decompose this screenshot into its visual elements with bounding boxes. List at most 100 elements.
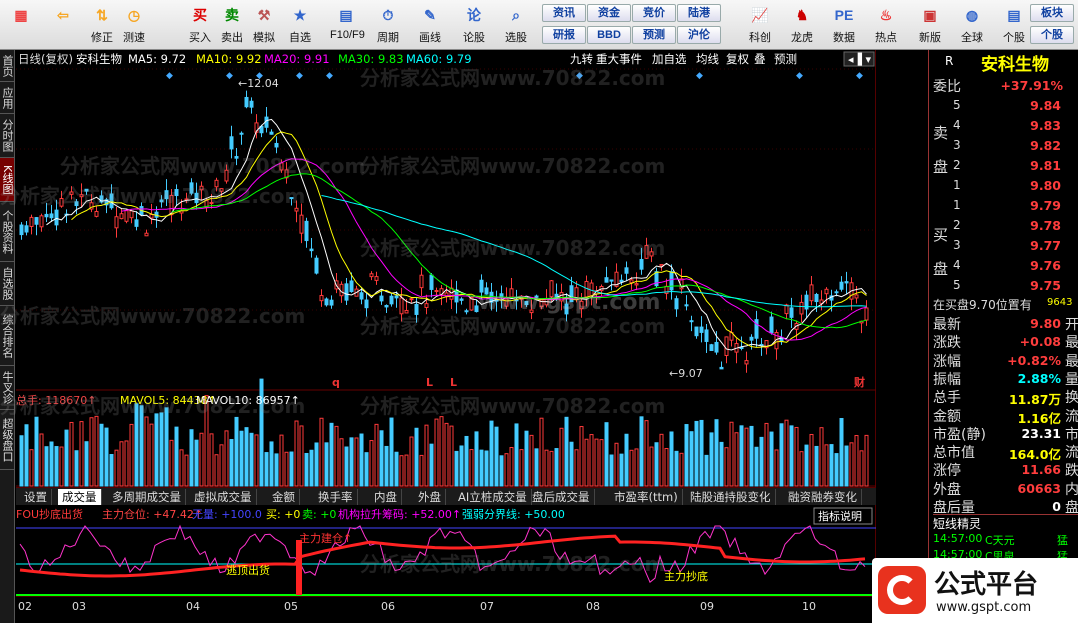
buy-label: 买盘 [933, 226, 949, 278]
toolbar-button-speedometer[interactable]: ◷ 测速 [118, 2, 150, 48]
toolbar-button-dragon[interactable]: ♞ 龙虎 [786, 2, 818, 48]
indicator-tab-7[interactable]: 外盘 [414, 489, 446, 505]
sell-price[interactable]: 9.84 [1009, 98, 1061, 113]
indicator-tab-2[interactable]: 多周期成交量 [108, 489, 186, 505]
toolbar-button-sell[interactable]: 卖卖出 [216, 2, 248, 48]
left-tab-4[interactable]: 个股资料 [0, 202, 14, 262]
left-tab-5[interactable]: 自选股 [0, 262, 14, 306]
volume-bar [564, 416, 569, 487]
indicator-tab-6[interactable]: 内盘 [370, 489, 402, 505]
menu-0-top[interactable]: 资讯 [542, 4, 586, 22]
candle-body [629, 279, 634, 284]
volume-bar [694, 420, 699, 487]
left-tab-6[interactable]: 综合排名 [0, 306, 14, 366]
toolbar-button-chart[interactable]: 📈 科创 [744, 2, 776, 48]
left-tab-7[interactable]: 牛叉诊股 [0, 366, 14, 410]
toolbar-button-grid[interactable]: ▦ [2, 2, 40, 48]
indicator-tab-0[interactable]: 设置 [20, 489, 52, 505]
indicator-tab-9[interactable]: 盘后成交量 [528, 489, 595, 505]
volume-bar [604, 422, 609, 487]
volume-bar [529, 434, 534, 487]
buy-price[interactable]: 9.77 [1009, 238, 1061, 253]
toolbar-button-period[interactable]: ⏱ 周期 [372, 2, 404, 48]
indicator-tab-1[interactable]: 成交量 [58, 489, 102, 505]
logo-title: 公式平台 [934, 570, 1039, 600]
toolbar-label: 龙虎 [791, 32, 813, 44]
sell-price[interactable]: 9.81 [1009, 158, 1061, 173]
indicator-tab-4[interactable]: 金额 [268, 489, 300, 505]
sector-button[interactable]: 板块 [1030, 4, 1074, 22]
sell-price[interactable]: 9.82 [1009, 138, 1061, 153]
left-tab-0[interactable]: 首页 [0, 50, 14, 82]
chart-svg[interactable]: 日线(复权) 安科生物 MA5: 9.72 MA10: 9.92 MA20: 9.91 M… [16, 50, 921, 613]
toolbar-button-back-arrow[interactable]: ⇦ [44, 2, 82, 48]
toolbar-button-buy[interactable]: 买买入 [184, 2, 216, 48]
toolbar-button-pe[interactable]: PE 数据 [828, 2, 860, 48]
volume-bar [249, 432, 254, 487]
candle-body [189, 182, 194, 194]
candle-body [854, 294, 859, 299]
candle-body [54, 209, 59, 226]
volume-bar [804, 444, 809, 487]
volume-bar [109, 454, 114, 487]
left-tab-1[interactable]: 应用 [0, 82, 14, 114]
toolbar-button-hammer[interactable]: ⚒ 模拟 [248, 2, 280, 48]
chart-button-6[interactable]: 预测 [774, 52, 797, 66]
chart-button-2[interactable]: 加自选 [652, 52, 687, 66]
toolbar-button-discuss[interactable]: 论论股 [458, 2, 490, 48]
sell-price[interactable]: 9.83 [1009, 118, 1061, 133]
volume-bar [29, 449, 34, 487]
indicator-tab-11[interactable]: 陆股通持股变化 [686, 489, 776, 505]
menu-0-bottom[interactable]: 研报 [542, 26, 586, 44]
indicator-tab-12[interactable]: 融资融券变化 [784, 489, 862, 505]
toolbar-button-f10[interactable]: ▤ F10/F9 [330, 2, 365, 48]
toolbar-button-globe[interactable]: ◍ 全球 [956, 2, 988, 48]
chart-button-3[interactable]: 均线 [696, 52, 719, 66]
menu-2-top[interactable]: 竞价 [632, 4, 676, 22]
volume-bar [744, 427, 749, 487]
sell-icon: 卖 [225, 7, 239, 23]
buy-price[interactable]: 9.78 [1009, 218, 1061, 233]
buy-price[interactable]: 9.79 [1009, 198, 1061, 213]
menu-2-bottom[interactable]: 预测 [632, 26, 676, 44]
menu-3-bottom[interactable]: 沪伦 [677, 26, 721, 44]
stock-button[interactable]: 个股 [1030, 26, 1074, 44]
candle-body [209, 202, 214, 205]
left-tab-3[interactable]: K线图 [0, 158, 14, 202]
toolbar-button-magnifier[interactable]: ⌕ 选股 [500, 2, 532, 48]
kline-chart-area[interactable]: 日线(复权) 安科生物 MA5: 9.72 MA10: 9.92 MA20: 9.91 M… [16, 50, 921, 622]
sprite-name[interactable]: C天元 [985, 532, 1015, 548]
toolbar-button-star[interactable]: ★ 自选 [284, 2, 316, 48]
chart-button-5[interactable]: 叠 [754, 52, 766, 66]
candle-body [319, 295, 324, 302]
candle-body [689, 320, 694, 323]
volume-bar [149, 423, 154, 487]
volume-bar [84, 441, 89, 487]
toolbar-button-pen[interactable]: ✎ 画线 [414, 2, 446, 48]
candle-body [769, 316, 774, 334]
toolbar-button-arrow-up-down[interactable]: ⇅ 修正 [86, 2, 118, 48]
sell-price[interactable]: 9.80 [1009, 178, 1061, 193]
header-ma10: MA10: 9.92 [196, 52, 262, 66]
chart-button-4[interactable]: 复权 [726, 52, 749, 66]
buy-price[interactable]: 9.76 [1009, 258, 1061, 273]
buy-price[interactable]: 9.75 [1009, 278, 1061, 293]
menu-1-bottom[interactable]: BBD [587, 26, 631, 44]
chart-button-1[interactable]: 重大事件 [596, 52, 642, 66]
buy-level: 4 [953, 258, 961, 272]
indicator-tab-5[interactable]: 换手率 [314, 489, 358, 505]
toolbar-button-stock[interactable]: ▤ 个股 [998, 2, 1030, 48]
indicator-tab-3[interactable]: 虚拟成交量 [190, 489, 257, 505]
toolbar-button-hot[interactable]: ♨ 热点 [870, 2, 902, 48]
volume-bar [169, 439, 174, 487]
indicator-tab-10[interactable]: 市盈率(ttm) [610, 489, 683, 505]
stat-extra: 最 [1065, 335, 1078, 352]
toolbar-button-new[interactable]: ▣ 新版 [914, 2, 946, 48]
volume-bar [339, 438, 344, 487]
indicator-tab-8[interactable]: AI立桩成交量 [454, 489, 532, 505]
left-tab-2[interactable]: 分时图 [0, 114, 14, 158]
menu-3-top[interactable]: 陆港 [677, 4, 721, 22]
left-tab-8[interactable]: 超级盘口 [0, 410, 14, 470]
chart-button-0[interactable]: 九转 [570, 52, 593, 66]
menu-1-top[interactable]: 资金 [587, 4, 631, 22]
